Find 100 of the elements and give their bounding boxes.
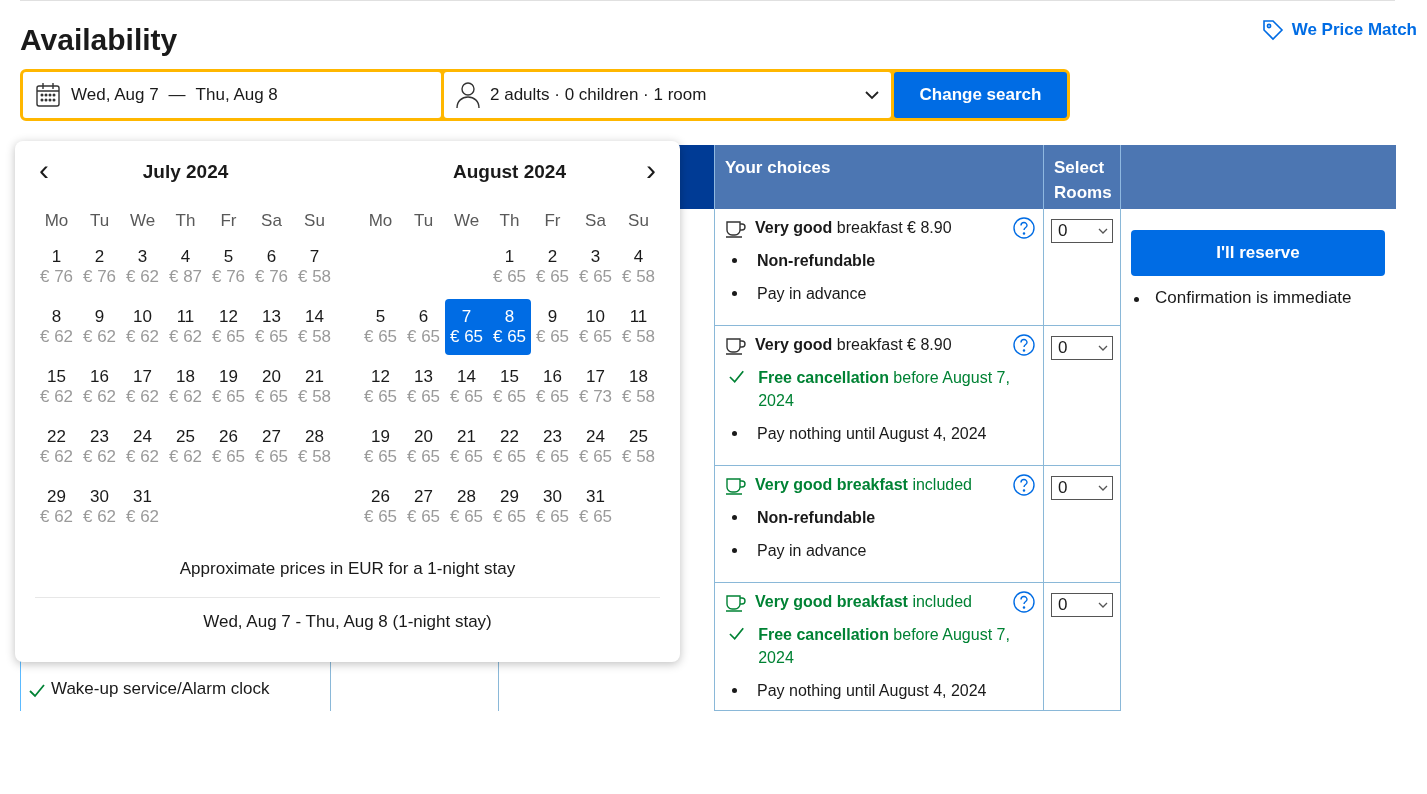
calendar-day[interactable]: 16 € 62 bbox=[78, 359, 121, 415]
rooms-select[interactable]: 0 bbox=[1051, 593, 1113, 617]
confirmation-note: Confirmation is immediate bbox=[1155, 288, 1352, 308]
calendar-day[interactable]: 30 € 65 bbox=[531, 479, 574, 535]
calendar-day[interactable]: 12 € 65 bbox=[359, 359, 402, 415]
calendar-day[interactable]: 15 € 62 bbox=[35, 359, 78, 415]
calendar-day[interactable]: 18 € 58 bbox=[617, 359, 660, 415]
calendar-day[interactable]: 12 € 65 bbox=[207, 299, 250, 355]
calendar-day[interactable]: 14 € 58 bbox=[293, 299, 336, 355]
calendar-day[interactable]: 7 € 65 bbox=[445, 299, 488, 355]
calendar-day[interactable]: 31 € 65 bbox=[574, 479, 617, 535]
stay-summary: Wed, Aug 7 - Thu, Aug 8 (1-night stay) bbox=[202, 612, 493, 632]
calendar-day[interactable]: 4 € 58 bbox=[617, 239, 660, 295]
calendar-day[interactable]: 20 € 65 bbox=[250, 359, 293, 415]
calendar-day[interactable]: 1 € 76 bbox=[35, 239, 78, 295]
rooms-select[interactable]: 0 bbox=[1051, 476, 1113, 500]
calendar-day[interactable]: 14 € 65 bbox=[445, 359, 488, 415]
calendar-day[interactable]: 13 € 65 bbox=[250, 299, 293, 355]
chevron-down-icon bbox=[865, 90, 879, 100]
calendar-day[interactable]: 20 € 65 bbox=[402, 419, 445, 475]
calendar-day[interactable]: 25 € 58 bbox=[617, 419, 660, 475]
weekday-label: Mo bbox=[43, 211, 70, 231]
calendar-day[interactable]: 5 € 65 bbox=[359, 299, 402, 355]
calendar-day[interactable]: 7 € 58 bbox=[293, 239, 336, 295]
help-icon[interactable] bbox=[1013, 334, 1035, 356]
rooms-select[interactable]: 0 bbox=[1051, 219, 1113, 243]
calendar-day[interactable]: 8 € 62 bbox=[35, 299, 78, 355]
calendar-day[interactable]: 10 € 62 bbox=[121, 299, 164, 355]
calendar-day[interactable]: 30 € 62 bbox=[78, 479, 121, 535]
calendar-day[interactable]: 17 € 73 bbox=[574, 359, 617, 415]
calendar-day[interactable]: 29 € 62 bbox=[35, 479, 78, 535]
rooms-select[interactable]: 0 bbox=[1051, 336, 1113, 360]
weekday-label: Mo bbox=[367, 211, 394, 231]
calendar-day[interactable]: 22 € 62 bbox=[35, 419, 78, 475]
calendar-day[interactable]: 24 € 65 bbox=[574, 419, 617, 475]
calendar-day[interactable]: 16 € 65 bbox=[531, 359, 574, 415]
date-field[interactable]: Wed, Aug 7 — Thu, Aug 8 bbox=[23, 72, 441, 118]
calendar-day[interactable]: 10 € 65 bbox=[574, 299, 617, 355]
calendar-day[interactable]: 3 € 62 bbox=[121, 239, 164, 295]
calendar-day[interactable]: 31 € 62 bbox=[121, 479, 164, 535]
cup-icon bbox=[725, 594, 747, 612]
weekday-label: Su bbox=[303, 211, 326, 231]
calendar-day[interactable]: 22 € 65 bbox=[488, 419, 531, 475]
calendar-day[interactable]: 1 € 65 bbox=[488, 239, 531, 295]
change-search-button[interactable]: Change search bbox=[894, 72, 1067, 118]
calendar-day[interactable]: 3 € 65 bbox=[574, 239, 617, 295]
calendar-day[interactable]: 13 € 65 bbox=[402, 359, 445, 415]
calendar-day[interactable]: 11 € 58 bbox=[617, 299, 660, 355]
calendar-day[interactable]: 25 € 62 bbox=[164, 419, 207, 475]
calendar-day[interactable]: 17 € 62 bbox=[121, 359, 164, 415]
calendar-day[interactable]: 9 € 62 bbox=[78, 299, 121, 355]
calendar-day[interactable]: 18 € 62 bbox=[164, 359, 207, 415]
next-month-button[interactable]: › bbox=[642, 157, 660, 183]
meal-info: Very good breakfast € 8.90 bbox=[755, 335, 953, 355]
check-icon bbox=[729, 627, 745, 641]
calendar-day[interactable]: 15 € 65 bbox=[488, 359, 531, 415]
bullet-icon bbox=[732, 515, 737, 520]
calendar-day[interactable]: 19 € 65 bbox=[359, 419, 402, 475]
calendar-day[interactable]: 26 € 65 bbox=[207, 419, 250, 475]
calendar-day[interactable]: 29 € 65 bbox=[488, 479, 531, 535]
help-icon[interactable] bbox=[1013, 217, 1035, 239]
calendar-day[interactable]: 23 € 65 bbox=[531, 419, 574, 475]
calendar-day[interactable]: 27 € 65 bbox=[250, 419, 293, 475]
condition-text: Free cancellation before August 7, 2024 bbox=[758, 368, 1011, 411]
price-note: Approximate prices in EUR for a 1-night stay bbox=[178, 559, 517, 579]
previous-month-button[interactable]: ‹ bbox=[35, 157, 53, 183]
meal-info: Very good breakfast € 8.90 bbox=[755, 218, 953, 238]
calendar-day[interactable]: 21 € 58 bbox=[293, 359, 336, 415]
guests-field[interactable]: 2 adults · 0 children · 1 room bbox=[444, 72, 891, 118]
calendar-day[interactable]: 2 € 76 bbox=[78, 239, 121, 295]
calendar-day[interactable]: 6 € 76 bbox=[250, 239, 293, 295]
reserve-button[interactable]: I'll reserve bbox=[1131, 230, 1385, 276]
cup-icon bbox=[725, 477, 747, 495]
calendar-day[interactable]: 28 € 58 bbox=[293, 419, 336, 475]
calendar-day[interactable]: 19 € 65 bbox=[207, 359, 250, 415]
meal-info: Very good breakfast included bbox=[755, 475, 973, 495]
calendar-day[interactable]: 26 € 65 bbox=[359, 479, 402, 535]
calendar-day[interactable]: 4 € 87 bbox=[164, 239, 207, 295]
weekday-label: Fr bbox=[219, 211, 238, 231]
calendar-day[interactable]: 6 € 65 bbox=[402, 299, 445, 355]
help-icon[interactable] bbox=[1013, 591, 1035, 613]
calendar-day[interactable]: 21 € 65 bbox=[445, 419, 488, 475]
calendar-day[interactable]: 9 € 65 bbox=[531, 299, 574, 355]
calendar-icon bbox=[35, 82, 61, 108]
tag-icon bbox=[1261, 19, 1284, 41]
calendar-day[interactable]: 2 € 65 bbox=[531, 239, 574, 295]
check-icon bbox=[29, 684, 45, 698]
calendar-day[interactable]: 24 € 62 bbox=[121, 419, 164, 475]
bullet-icon bbox=[732, 291, 737, 296]
price-match-link[interactable]: We Price Match bbox=[1261, 19, 1417, 41]
calendar-day[interactable]: 28 € 65 bbox=[445, 479, 488, 535]
calendar-day[interactable]: 5 € 76 bbox=[207, 239, 250, 295]
calendar-day[interactable]: 23 € 62 bbox=[78, 419, 121, 475]
calendar-day[interactable]: 11 € 62 bbox=[164, 299, 207, 355]
page-title: Availability bbox=[20, 23, 178, 57]
calendar-day[interactable]: 8 € 65 bbox=[488, 299, 531, 355]
help-icon[interactable] bbox=[1013, 474, 1035, 496]
calendar-day[interactable]: 27 € 65 bbox=[402, 479, 445, 535]
condition-text: Pay in advance bbox=[757, 541, 867, 561]
bullet-icon bbox=[732, 688, 737, 693]
